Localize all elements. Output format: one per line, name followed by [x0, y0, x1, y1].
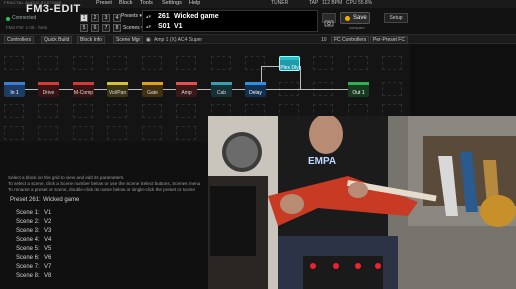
scene-row[interactable]: Scene 8: V8: [16, 273, 51, 279]
toolbar: Controllers Quick Build Block Info Scene…: [0, 34, 516, 44]
webcam-overlay: EMPA: [208, 116, 516, 289]
menu-help[interactable]: Help: [189, 0, 200, 6]
block-path: Amp 1 (X) AC4 Super: [154, 37, 203, 43]
camera-button[interactable]: [322, 13, 336, 27]
scene-button-4[interactable]: 4: [113, 14, 121, 22]
grid-cell[interactable]: [73, 104, 93, 118]
grid-cell[interactable]: [176, 104, 196, 118]
controllers-button[interactable]: Controllers: [4, 36, 35, 44]
fc-controllers-button[interactable]: FC Controllers: [331, 36, 370, 44]
svg-text:EMPA: EMPA: [308, 156, 336, 167]
grid-cell[interactable]: [382, 56, 402, 70]
tuner-button[interactable]: TUNER: [271, 0, 288, 6]
scene-row[interactable]: Scene 7: V7: [16, 264, 51, 270]
block-out-1[interactable]: Out 1: [348, 82, 369, 97]
scene-row[interactable]: Scene 1: V1: [16, 210, 51, 216]
scene-button-2[interactable]: 2: [91, 14, 99, 22]
save-button[interactable]: Save: [340, 12, 370, 24]
grid-cell[interactable]: [142, 126, 162, 140]
scene-button-3[interactable]: 3: [102, 14, 110, 22]
scene-mgr-button[interactable]: Scene Mgr: [113, 36, 144, 44]
preset-name[interactable]: Wicked game: [174, 13, 219, 20]
firmware-version: FM3 FW: 1.06 - beta: [6, 25, 48, 30]
presets-dropdown[interactable]: Presets ▾: [121, 13, 142, 19]
menu-preset[interactable]: Preset: [96, 0, 112, 6]
connected-indicator: [6, 17, 10, 21]
block-in-1[interactable]: In 1: [4, 82, 25, 97]
compare-label[interactable]: compare: [349, 25, 365, 30]
help-text: Select a block on the grid to view and e…: [8, 175, 125, 180]
help-text: To select a scene, click a Scene number …: [8, 181, 201, 186]
fc-count: 10: [321, 37, 327, 43]
scene-name[interactable]: V1: [174, 23, 183, 30]
info-icon: ▣: [146, 37, 151, 43]
camera-icon: [324, 20, 334, 27]
block-delay[interactable]: Delay: [245, 82, 266, 97]
scene-row[interactable]: Scene 3: V3: [16, 228, 51, 234]
block-amp[interactable]: Amp: [176, 82, 197, 97]
app-logo: FM3-EDIT: [26, 3, 81, 15]
grid-cell[interactable]: [142, 56, 162, 70]
grid-cell[interactable]: [245, 56, 265, 70]
block-drive[interactable]: Drive: [38, 82, 59, 97]
webcam-video-image: EMPA: [208, 116, 516, 289]
bpm-readout: 112 BPM: [322, 0, 343, 6]
chevron-icon[interactable]: ▴▾: [146, 24, 151, 30]
scene-row[interactable]: Scene 6: V6: [16, 255, 51, 261]
preset-number: 261: [158, 13, 170, 20]
scene-row[interactable]: Scene 5: V5: [16, 246, 51, 252]
grid-cell[interactable]: [348, 56, 368, 70]
help-panel: Select a block on the grid to view and e…: [0, 142, 210, 289]
grid-cell[interactable]: [142, 104, 162, 118]
grid-cell[interactable]: [4, 56, 24, 70]
preset-info-name[interactable]: Wicked game: [43, 197, 79, 203]
block-vol-pan[interactable]: Vol/Pan: [107, 82, 128, 97]
grid-cell[interactable]: [73, 126, 93, 140]
scene-row[interactable]: Scene 2: V2: [16, 219, 51, 225]
grid-cell[interactable]: [38, 56, 58, 70]
signal-wire-branch: [300, 66, 301, 90]
setup-button[interactable]: Setup: [384, 13, 408, 23]
block-m-comp[interactable]: M-Comp: [73, 82, 94, 97]
help-text: To rename a preset or scene, double-clic…: [8, 187, 195, 192]
grid-cell[interactable]: [107, 104, 127, 118]
grid-cell[interactable]: [38, 126, 58, 140]
block-gate[interactable]: Gate: [142, 82, 163, 97]
scene-row[interactable]: Scene 4: V4: [16, 237, 51, 243]
menu-block[interactable]: Block: [119, 0, 132, 6]
scene-button-7[interactable]: 7: [102, 24, 110, 32]
grid-cell[interactable]: [107, 126, 127, 140]
block-info-button[interactable]: Block Info: [77, 36, 105, 44]
grid-cell[interactable]: [176, 126, 196, 140]
quick-build-button[interactable]: Quick Build: [41, 36, 73, 44]
menu-settings[interactable]: Settings: [162, 0, 182, 6]
block-cab[interactable]: Cab: [211, 82, 232, 97]
grid-cell[interactable]: [176, 56, 196, 70]
grid-cell[interactable]: [73, 56, 93, 70]
preset-display[interactable]: ▴▾ 261 Wicked game ▴▾ S01 V1: [142, 10, 318, 32]
grid-cell[interactable]: [4, 126, 24, 140]
tap-button[interactable]: TAP: [309, 0, 318, 6]
scene-button-5[interactable]: 5: [80, 24, 88, 32]
grid-cell[interactable]: [211, 56, 231, 70]
scene-number: S01: [158, 23, 171, 30]
per-preset-fc-button[interactable]: Per-Preset FC: [370, 36, 408, 44]
preset-info-label: Preset 261:: [10, 197, 41, 203]
block-plex-dly[interactable]: Plex Dly: [279, 56, 300, 71]
grid-cell[interactable]: [4, 104, 24, 118]
scene-button-8[interactable]: 8: [113, 24, 121, 32]
unsaved-indicator: [345, 16, 350, 21]
grid-cell[interactable]: [382, 82, 402, 96]
scene-button-1[interactable]: 1: [80, 14, 88, 22]
grid-cell[interactable]: [107, 56, 127, 70]
scenes-dropdown[interactable]: Scenes ▾: [123, 25, 144, 31]
chevron-icon[interactable]: ▴▾: [146, 14, 151, 20]
connection-status: Connected: [12, 15, 37, 21]
grid-cell[interactable]: [38, 104, 58, 118]
cpu-readout: CPU 55.8%: [346, 0, 373, 6]
grid-cell[interactable]: [313, 56, 333, 70]
menu-tools[interactable]: Tools: [140, 0, 153, 6]
scene-button-6[interactable]: 6: [91, 24, 99, 32]
